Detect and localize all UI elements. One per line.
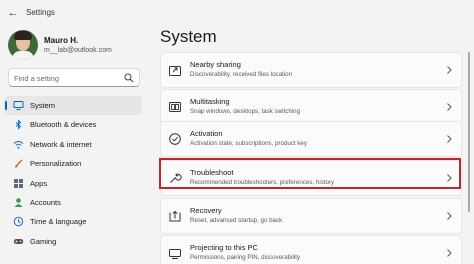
title-bar: ← Settings [0,0,474,26]
chevron-right-icon [447,249,452,257]
sidebar-item-label: Accounts [30,197,61,207]
sidebar-item-label: Network & internet [30,139,92,149]
card-subtitle: Recommended troubleshooters, preferences… [190,179,335,186]
sidebar-item-time-language[interactable]: Time & language [4,212,142,231]
card-multitasking[interactable]: Multitasking Snap windows, desktops, tas… [160,89,462,125]
chevron-right-icon [447,135,452,143]
apps-grid-icon [14,178,23,188]
chevron-right-icon [447,103,452,111]
search-input[interactable] [14,72,124,84]
card-subtitle: Snap windows, desktops, task switching [190,108,301,115]
sidebar-item-label: Gaming [30,236,57,246]
settings-list: Nearby sharing Discoverability, received… [160,52,464,264]
card-activation[interactable]: Activation Activation state, subscriptio… [160,121,462,157]
card-title: Recovery [190,206,222,215]
paintbrush-icon [15,159,23,168]
person-icon [14,198,23,207]
card-subtitle: Permissions, pairing PIN, discoverabilit… [190,254,301,261]
user-email: m__lab@outlook.com [44,47,112,54]
card-title: Nearby sharing [190,60,241,69]
card-title: Activation [190,129,223,138]
globe-clock-icon [13,217,24,227]
recovery-icon [169,210,181,222]
sidebar-item-label: System [30,101,56,110]
sidebar-item-label: Personalization [30,159,82,169]
sidebar-item-accounts[interactable]: Accounts [4,193,142,212]
wrench-icon [170,173,182,183]
gamepad-icon [13,238,24,244]
multitasking-icon [169,102,181,112]
monitor-icon [13,101,24,110]
user-name: Mauro H. [44,36,79,45]
scrollbar[interactable] [468,52,470,212]
share-icon [169,66,181,76]
sidebar-item-apps[interactable]: Apps [4,174,142,193]
check-circle-icon [169,133,181,145]
card-subtitle: Reset, advanced startup, go back [190,217,283,224]
card-troubleshoot[interactable]: Troubleshoot Recommended troubleshooters… [160,160,462,196]
sidebar-nav: System Bluetooth & devices Network & int… [4,96,142,251]
chevron-right-icon [447,66,452,74]
sidebar-item-gaming[interactable]: Gaming [4,232,142,251]
sidebar-item-system[interactable]: System [4,96,142,116]
card-nearby-sharing[interactable]: Nearby sharing Discoverability, received… [160,52,462,88]
back-arrow-icon[interactable]: ← [7,7,19,19]
page-title: System [160,27,217,46]
sidebar-item-label: Time & language [30,217,87,227]
bluetooth-icon [15,119,22,131]
user-profile[interactable]: Mauro H. m__lab@outlook.com [8,30,146,62]
sidebar-item-label: Bluetooth & devices [30,120,97,130]
card-title: Multitasking [190,97,230,106]
avatar [8,30,38,60]
wifi-icon [13,140,24,149]
search-icon[interactable] [124,73,134,83]
sidebar-item-network[interactable]: Network & internet [4,135,142,154]
sidebar-item-bluetooth[interactable]: Bluetooth & devices [4,115,142,134]
chevron-right-icon [447,174,452,182]
card-recovery[interactable]: Recovery Reset, advanced startup, go bac… [160,198,462,234]
card-subtitle: Discoverability, received files location [190,71,293,78]
chevron-right-icon [447,212,452,220]
card-projecting[interactable]: Projecting to this PC Permissions, pairi… [160,235,462,264]
projector-icon [169,249,181,259]
sidebar-item-personalization[interactable]: Personalization [4,154,142,173]
card-title: Projecting to this PC [190,243,258,252]
sidebar-item-label: Apps [30,178,48,188]
search-box[interactable] [8,68,140,87]
card-title: Troubleshoot [190,168,234,177]
window-title: Settings [26,8,55,17]
card-subtitle: Activation state, subscriptions, product… [190,140,307,147]
